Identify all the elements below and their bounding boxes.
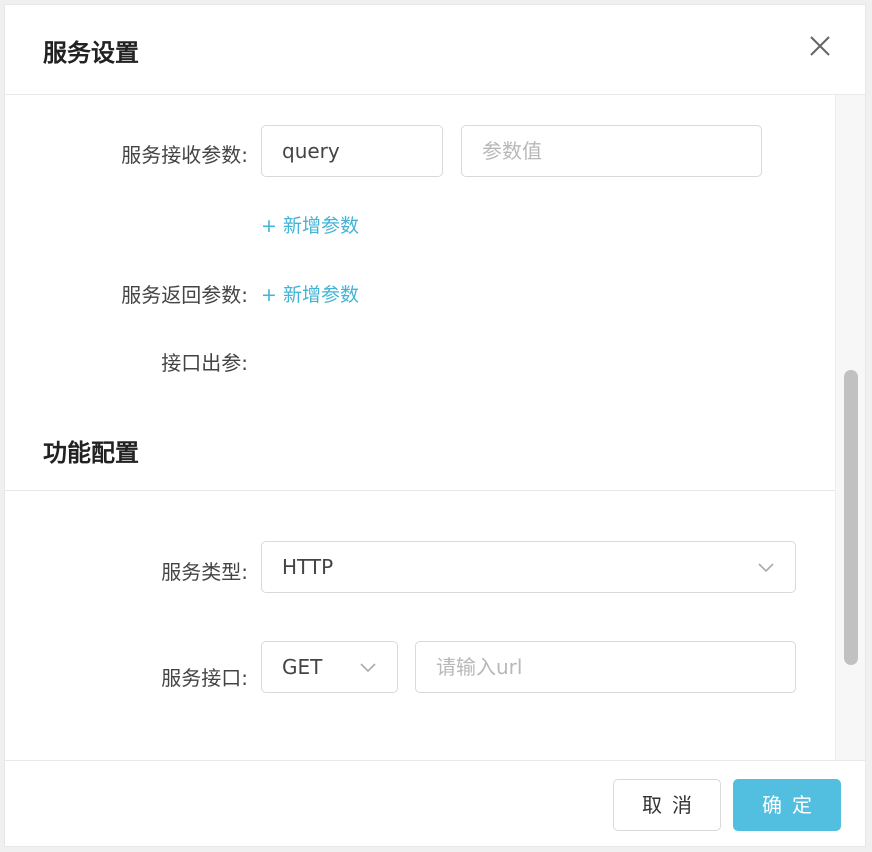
param-name-input[interactable]: query — [261, 125, 443, 177]
dialog-footer: 取消 确定 — [5, 760, 865, 848]
service-interface-label: 服务接口: — [161, 666, 248, 690]
dialog-title: 服务设置 — [43, 39, 139, 67]
param-value-input[interactable]: 参数值 — [461, 125, 762, 177]
scrollbar[interactable] — [835, 95, 865, 760]
service-type-select[interactable]: HTTP — [261, 541, 796, 593]
cancel-button[interactable]: 取消 — [613, 779, 721, 831]
chevron-down-icon — [758, 563, 774, 573]
section-divider — [5, 490, 837, 491]
service-receive-params-label: 服务接收参数: — [121, 143, 248, 167]
function-config-title: 功能配置 — [43, 439, 139, 467]
method-select[interactable]: GET — [261, 641, 398, 693]
url-input[interactable]: 请输入url — [415, 641, 796, 693]
scrollbar-thumb[interactable] — [844, 370, 858, 665]
service-settings-dialog: 服务设置 服务接收参数: query 参数值 + 新增参数 服务返回参数: + … — [4, 4, 866, 847]
dialog-header: 服务设置 — [5, 5, 865, 95]
chevron-down-icon — [360, 663, 376, 673]
close-icon[interactable] — [805, 31, 835, 61]
dialog-body: 服务接收参数: query 参数值 + 新增参数 服务返回参数: + 新增参数 … — [5, 95, 837, 760]
service-type-label: 服务类型: — [161, 560, 248, 584]
add-receive-param-link[interactable]: + 新增参数 — [261, 211, 359, 238]
confirm-button[interactable]: 确定 — [733, 779, 841, 831]
method-value: GET — [282, 655, 323, 679]
service-type-value: HTTP — [282, 555, 334, 579]
service-return-params-label: 服务返回参数: — [121, 283, 248, 307]
interface-output-params-label: 接口出参: — [161, 351, 248, 375]
add-return-param-link[interactable]: + 新增参数 — [261, 280, 359, 307]
